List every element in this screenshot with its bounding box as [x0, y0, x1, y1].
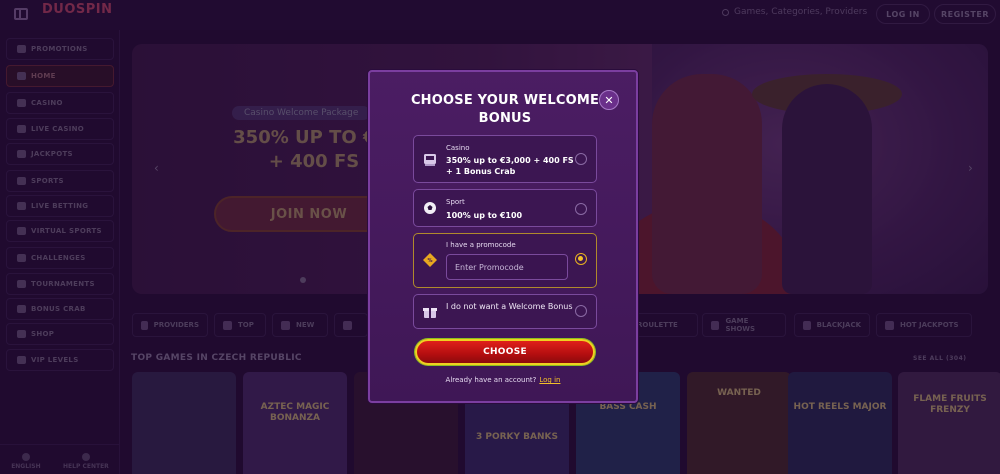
modal-title: CHOOSE YOUR WELCOME BONUS: [410, 93, 600, 126]
soccer-ball-icon: [424, 202, 436, 214]
option-value: 100% up to €100: [446, 211, 523, 220]
bonus-option-casino[interactable]: Casino 350% up to €3,000 + 400 FS + 1 Bo…: [413, 135, 597, 183]
option-label: I have a promocode: [446, 241, 516, 249]
choose-button[interactable]: CHOOSE: [415, 339, 595, 365]
option-radio[interactable]: [575, 153, 587, 165]
login-link[interactable]: Log in: [539, 376, 560, 384]
svg-text:%: %: [427, 258, 432, 264]
option-value: I do not want a Welcome Bonus: [446, 302, 573, 311]
option-radio-selected[interactable]: [575, 253, 587, 265]
bonus-option-none[interactable]: I do not want a Welcome Bonus: [413, 294, 597, 329]
account-prompt: Already have an account? Log in: [370, 376, 636, 384]
bonus-option-sport[interactable]: Sport 100% up to €100: [413, 189, 597, 227]
slot-machine-icon: [424, 154, 436, 166]
option-label: Sport: [446, 198, 465, 206]
option-value: 350% up to €3,000 + 400 FS + 1 Bonus Cra…: [446, 156, 574, 176]
promo-tag-icon: %: [423, 253, 437, 267]
gift-icon: [423, 308, 437, 318]
option-label: Casino: [446, 144, 470, 152]
bonus-option-promocode[interactable]: % I have a promocode: [413, 233, 597, 288]
account-prompt-text: Already have an account?: [445, 376, 537, 384]
option-radio[interactable]: [575, 203, 587, 215]
close-icon[interactable]: ✕: [599, 90, 619, 110]
option-radio[interactable]: [575, 305, 587, 317]
welcome-bonus-modal: CHOOSE YOUR WELCOME BONUS ✕ Casino 350% …: [368, 70, 638, 403]
promocode-input[interactable]: [446, 254, 568, 280]
